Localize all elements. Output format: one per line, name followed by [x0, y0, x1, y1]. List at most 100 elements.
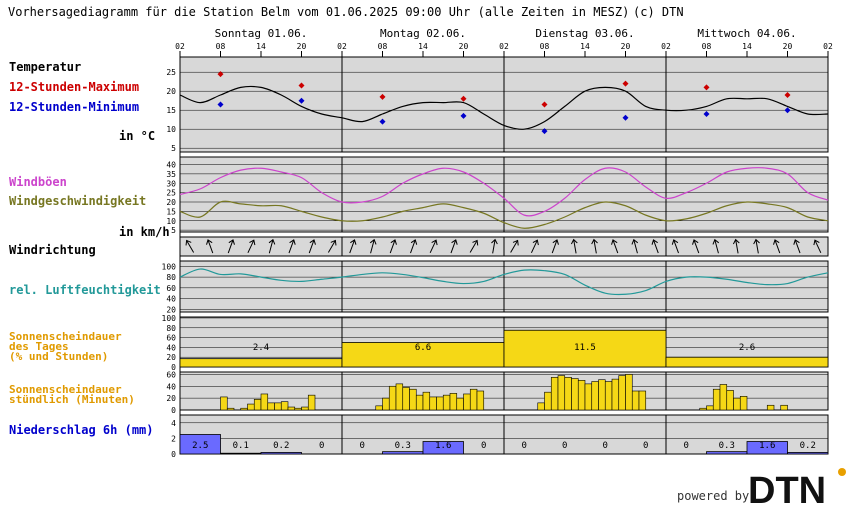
min-legend: 12-Stunden-Minimum: [9, 100, 139, 114]
sun-hourly-bar: [469, 388, 478, 411]
sun-daily-label: 2.4: [253, 343, 269, 353]
temperature-unit: in °C: [119, 129, 155, 143]
sun-hourly-bar: [564, 377, 572, 411]
sun-daily-title-3: (% und Stunden): [9, 350, 108, 363]
sun-daily-bar: [179, 358, 343, 368]
sun-hourly-bar: [712, 388, 721, 411]
sun-hourly-tick-label: 20: [166, 394, 176, 403]
wind-direction-title: Windrichtung: [9, 243, 96, 257]
sun-hourly-bar: [442, 394, 451, 411]
sun-hourly-bar: [584, 383, 593, 411]
precip-bar: [260, 452, 302, 455]
sun-hourly-bar: [422, 391, 431, 411]
hour-tick-label: 02: [175, 42, 185, 51]
sun-daily-label: 11.5: [574, 343, 596, 353]
temperature-title: Temperatur: [9, 60, 81, 74]
gust-legend: Windböen: [9, 175, 67, 189]
sun-hourly-bar: [598, 379, 606, 411]
precip-label: 1.6: [435, 441, 451, 451]
sun-hourly-bar: [476, 390, 485, 411]
sun-hourly-bar: [280, 401, 289, 411]
hour-tick-label: 20: [621, 42, 631, 51]
humidity-title: rel. Luftfeuchtigkeit: [9, 283, 161, 297]
wind-tick-label: 25: [166, 189, 176, 198]
copyright-text: (c) DTN: [633, 5, 684, 19]
sun-hourly-bar: [301, 406, 309, 411]
sun-hourly-bar: [544, 391, 552, 411]
dtn-logo: DTN: [748, 470, 826, 512]
day-label: Montag 02.06.: [380, 27, 466, 40]
hour-tick-label: 02: [337, 42, 347, 51]
humidity-tick-label: 40: [166, 295, 176, 304]
hour-tick-label: 14: [580, 42, 590, 51]
sun-hourly-bar: [375, 405, 383, 411]
precip-label: 0: [643, 441, 648, 451]
hour-tick-label: 08: [378, 42, 388, 51]
sun-hourly-bar: [463, 393, 471, 411]
sun-daily-bar: [665, 356, 829, 368]
sun-daily-label: 6.6: [415, 343, 431, 353]
sun-hourly-bar: [550, 377, 559, 411]
precip-tick-label: 2: [171, 434, 176, 443]
wind-tick-label: 35: [166, 170, 176, 179]
precip-label: 0: [319, 441, 324, 451]
sun-hourly-tick-label: 0: [171, 406, 176, 415]
precip-bar: [787, 452, 829, 455]
precip-label: 0.1: [233, 441, 249, 451]
precip-label: 0.3: [719, 441, 735, 451]
sun-hourly-bar: [537, 402, 545, 411]
sun-hourly-bar: [307, 394, 316, 411]
forecast-diagram: Vorhersagediagramm für die Station Belm …: [0, 0, 850, 524]
humidity-tick-label: 100: [162, 262, 177, 271]
humidity-tick-label: 20: [166, 305, 176, 314]
wind-tick-label: 15: [166, 207, 176, 216]
wind-tick-label: 40: [166, 161, 176, 170]
precip-bar: [220, 452, 262, 455]
hour-tick-label: 20: [297, 42, 307, 51]
sun-hourly-bar: [591, 381, 599, 411]
temperature-tick-label: 15: [166, 106, 176, 115]
humidity-tick-label: 60: [166, 284, 176, 293]
sun-hourly-bar: [247, 403, 255, 411]
sun-hourly-bar: [611, 378, 620, 411]
sun-hourly-bar: [429, 396, 437, 411]
speed-legend: Windgeschwindigkeit: [9, 194, 146, 208]
temperature-tick-label: 10: [166, 125, 176, 134]
sun-hourly-bar: [726, 390, 734, 411]
temperature-tick-label: 5: [171, 144, 176, 153]
precip-tick-label: 0: [171, 450, 176, 459]
sun-hourly-bar: [220, 396, 228, 411]
hour-tick-label: 08: [540, 42, 550, 51]
hour-labels: 02 08 14 20 02 08 14 20 02 08 14 20 02 08 14 20 02: [175, 42, 833, 51]
humidity-tick-label: 80: [166, 273, 176, 282]
hour-tick-label: 08: [216, 42, 226, 51]
sun-hourly-bar: [739, 396, 748, 411]
precip-label: 0.3: [395, 441, 411, 451]
sun-hourly-bar: [449, 393, 458, 411]
sun-hourly-bar: [780, 404, 788, 411]
wind-tick-label: 10: [166, 217, 176, 226]
precip-label: 0: [684, 441, 689, 451]
temperature-tick-label: 25: [166, 68, 176, 77]
precip-tick-label: 4: [171, 419, 176, 428]
sun-hourly-bar: [395, 383, 404, 411]
hour-tick-label: 02: [823, 42, 833, 51]
sun-hourly-tick-label: 60: [166, 370, 176, 379]
sun-hourly-bar: [260, 393, 269, 411]
sun-daily-tick-label: 40: [166, 343, 176, 352]
hour-tick-label: 20: [783, 42, 793, 51]
day-label: Sonntag 01.06.: [215, 27, 308, 40]
page-title: Vorhersagediagramm für die Station Belm …: [8, 5, 629, 19]
hour-tick-label: 14: [742, 42, 752, 51]
sun-hourly-bar: [766, 404, 775, 411]
sun-hourly-bar: [388, 385, 397, 411]
sun-hourly-bar: [699, 407, 707, 411]
sun-hourly-bar: [456, 397, 464, 411]
powered-by-text: powered by: [677, 489, 749, 503]
sun-hourly-bar: [719, 384, 728, 411]
precip-label: 0: [481, 441, 486, 451]
precip-label: 0: [603, 441, 608, 451]
sun-hourly-bar: [618, 375, 626, 411]
sun-hourly-bar: [733, 397, 741, 411]
precip-bar: [382, 451, 424, 455]
